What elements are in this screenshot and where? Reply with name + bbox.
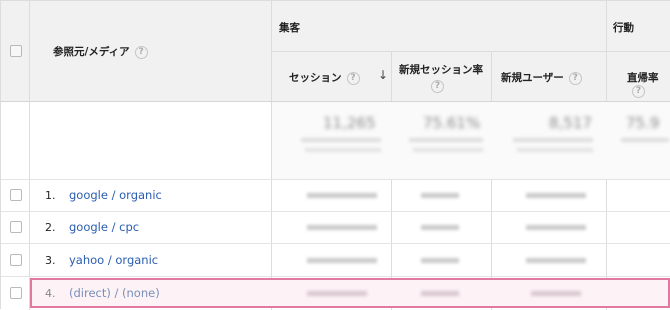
row-value (526, 225, 586, 230)
select-all-checkbox[interactable] (10, 45, 22, 57)
totals-subtext (301, 138, 381, 142)
source-link[interactable]: (direct) / (none) (69, 286, 160, 300)
row-value (526, 193, 586, 198)
help-icon[interactable]: ? (346, 71, 360, 85)
column-sessions-label: セッション (289, 72, 342, 84)
source-link[interactable]: yahoo / organic (69, 253, 158, 267)
column-new-session-rate-label: 新規セッション率 (399, 64, 483, 76)
column-new-users[interactable]: 新規ユーザー? (501, 70, 582, 85)
row-value (421, 193, 459, 198)
dimension-header[interactable]: 参照元/メディア? (53, 44, 148, 59)
divider (391, 51, 392, 310)
help-icon[interactable]: ? (431, 80, 444, 93)
row-checkbox[interactable] (10, 254, 22, 266)
totals-subtext (621, 138, 669, 142)
help-icon[interactable]: ? (134, 45, 148, 59)
column-new-users-label: 新規ユーザー (501, 72, 564, 84)
column-sessions[interactable]: セッション? (289, 70, 360, 85)
divider (1, 276, 670, 277)
analytics-table: 参照元/メディア? 集客 行動 セッション? ↓ 新規セッション率 ? 新規ユー… (0, 0, 670, 310)
divider (271, 51, 670, 52)
row-value (307, 291, 367, 296)
group-behavior: 行動 (613, 22, 634, 34)
source-link[interactable]: google / organic (69, 188, 162, 202)
divider (491, 51, 492, 310)
row-index: 2. (45, 221, 56, 234)
totals-subtext (413, 148, 483, 152)
totals-sessions: 11,265 (323, 114, 376, 132)
row-checkbox[interactable] (10, 221, 22, 233)
row-index: 4. (45, 287, 56, 300)
totals-subtext (305, 148, 381, 152)
row-index: 3. (45, 254, 56, 267)
dimension-header-label: 参照元/メディア (53, 46, 130, 58)
row-value (421, 291, 459, 296)
row-value (421, 258, 459, 263)
totals-new-session-rate: 75.61% (423, 114, 481, 132)
divider (1, 179, 670, 180)
row-value (307, 225, 377, 230)
row-index: 1. (45, 189, 56, 202)
column-bounce-rate[interactable]: 直帰率? (627, 70, 670, 98)
row-value (421, 225, 459, 230)
column-new-session-rate[interactable]: 新規セッション率 ? (399, 62, 483, 93)
totals-bounce-rate: 75.9 (626, 114, 660, 132)
divider (29, 1, 30, 310)
totals-new-users: 8,517 (549, 114, 592, 132)
row-checkbox[interactable] (10, 189, 22, 201)
source-link[interactable]: google / cpc (69, 220, 139, 234)
help-icon[interactable]: ? (632, 85, 645, 98)
column-bounce-rate-label: 直帰率 (627, 72, 659, 84)
row-checkbox[interactable] (10, 287, 22, 299)
divider (1, 243, 670, 244)
group-acquisition: 集客 (279, 22, 300, 34)
totals-subtext (513, 138, 593, 142)
row-value (531, 291, 581, 296)
help-icon[interactable]: ? (568, 71, 582, 85)
divider (1, 211, 670, 212)
totals-subtext (517, 148, 593, 152)
row-value (307, 258, 377, 263)
row-value (307, 193, 377, 198)
row-value (526, 258, 586, 263)
sort-descending-icon[interactable]: ↓ (378, 68, 388, 82)
totals-subtext (409, 138, 483, 142)
